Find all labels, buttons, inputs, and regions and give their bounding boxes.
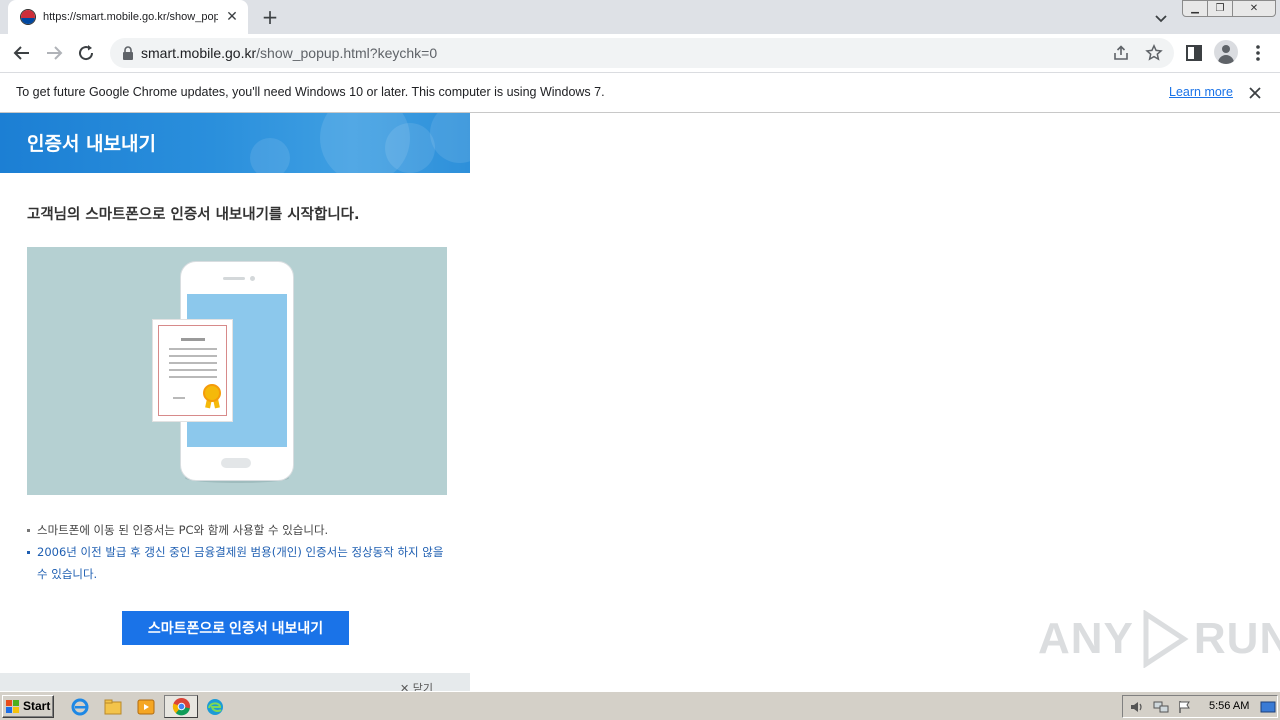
tab-title: https://smart.mobile.go.kr/show_popup.ht… bbox=[43, 11, 218, 23]
tab-close-icon[interactable]: ✕ bbox=[224, 9, 240, 25]
forward-arrow-icon[interactable] bbox=[42, 41, 66, 65]
note-item-warning: 2006년 이전 발급 후 갱신 중인 금융결제원 범용(개인) 인증서는 정상… bbox=[27, 541, 447, 585]
browser-toolbar: smart.mobile.go.kr/show_popup.html?keych… bbox=[0, 34, 1280, 72]
popup-close-link[interactable]: ✕ 닫기 bbox=[400, 680, 433, 691]
popup-banner: 인증서 내보내기 bbox=[0, 113, 470, 173]
korea-flag-icon bbox=[20, 9, 36, 25]
certificate-seal-icon bbox=[203, 384, 221, 402]
update-infobar: To get future Google Chrome updates, you… bbox=[0, 72, 1280, 113]
restore-icon[interactable]: ❐ bbox=[1207, 0, 1233, 17]
play-logo-icon bbox=[1143, 610, 1189, 668]
taskbar-clock[interactable]: 5:56 AM bbox=[1209, 700, 1249, 712]
export-to-smartphone-button[interactable]: 스마트폰으로 인증서 내보내기 bbox=[122, 611, 349, 645]
infobar-close-icon[interactable] bbox=[1247, 85, 1263, 101]
phone-certificate-illustration bbox=[27, 247, 447, 495]
address-bar[interactable]: smart.mobile.go.kr/show_popup.html?keych… bbox=[110, 38, 1174, 68]
system-tray: 5:56 AM bbox=[1122, 695, 1278, 718]
bookmark-star-icon[interactable] bbox=[1145, 44, 1163, 62]
kebab-menu-icon[interactable] bbox=[1246, 41, 1270, 65]
minimize-icon[interactable]: ▁ bbox=[1182, 0, 1208, 17]
action-center-flag-icon[interactable] bbox=[1177, 700, 1193, 714]
windows-logo-icon bbox=[6, 700, 19, 713]
side-panel-icon[interactable] bbox=[1182, 41, 1206, 65]
popup-subtitle: 고객님의 스마트폰으로 인증서 내보내기를 시작합니다. bbox=[27, 207, 360, 223]
internet-explorer-icon[interactable] bbox=[70, 697, 90, 717]
popup-footer: ✕ 닫기 bbox=[0, 673, 470, 691]
start-button[interactable]: Start bbox=[2, 695, 54, 718]
anyrun-watermark: ANY RUN bbox=[1038, 610, 1280, 668]
volume-icon[interactable] bbox=[1129, 700, 1145, 714]
share-icon[interactable] bbox=[1112, 44, 1130, 62]
reload-icon[interactable] bbox=[74, 41, 98, 65]
tab-search-chevron-icon[interactable] bbox=[1151, 8, 1171, 28]
url-text[interactable]: smart.mobile.go.kr/show_popup.html?keych… bbox=[141, 45, 437, 61]
certificate-export-popup: 인증서 내보내기 고객님의 스마트폰으로 인증서 내보내기를 시작합니다. 스마… bbox=[0, 113, 470, 691]
notes-list: 스마트폰에 이동 된 인증서는 PC와 함께 사용할 수 있습니다. 2006년… bbox=[27, 519, 447, 585]
back-arrow-icon[interactable] bbox=[10, 41, 34, 65]
chrome-icon bbox=[172, 697, 191, 716]
note-item: 스마트폰에 이동 된 인증서는 PC와 함께 사용할 수 있습니다. bbox=[27, 519, 447, 541]
learn-more-link[interactable]: Learn more bbox=[1169, 85, 1233, 99]
lock-icon[interactable] bbox=[122, 46, 134, 60]
taskbar-chrome-button[interactable] bbox=[164, 695, 198, 718]
network-icon[interactable] bbox=[1153, 700, 1169, 714]
show-desktop-icon[interactable] bbox=[1260, 700, 1276, 714]
infobar-message: To get future Google Chrome updates, you… bbox=[16, 85, 605, 99]
edge-icon[interactable] bbox=[205, 697, 225, 717]
file-explorer-icon[interactable] bbox=[103, 697, 123, 717]
profile-icon[interactable] bbox=[1214, 40, 1238, 64]
windows-taskbar: Start 5:56 AM bbox=[0, 691, 1280, 720]
new-tab-icon[interactable]: + bbox=[258, 6, 282, 30]
browser-tab[interactable]: https://smart.mobile.go.kr/show_popup.ht… bbox=[8, 0, 248, 34]
page-viewport: 인증서 내보내기 고객님의 스마트폰으로 인증서 내보내기를 시작합니다. 스마… bbox=[0, 113, 1280, 691]
media-player-icon[interactable] bbox=[136, 697, 156, 717]
tab-strip: https://smart.mobile.go.kr/show_popup.ht… bbox=[0, 0, 1280, 34]
certificate-document-icon bbox=[152, 319, 233, 422]
window-controls: ▁ ❐ ✕ bbox=[1182, 0, 1276, 18]
window-close-icon[interactable]: ✕ bbox=[1232, 0, 1276, 17]
popup-title: 인증서 내보내기 bbox=[27, 133, 156, 155]
